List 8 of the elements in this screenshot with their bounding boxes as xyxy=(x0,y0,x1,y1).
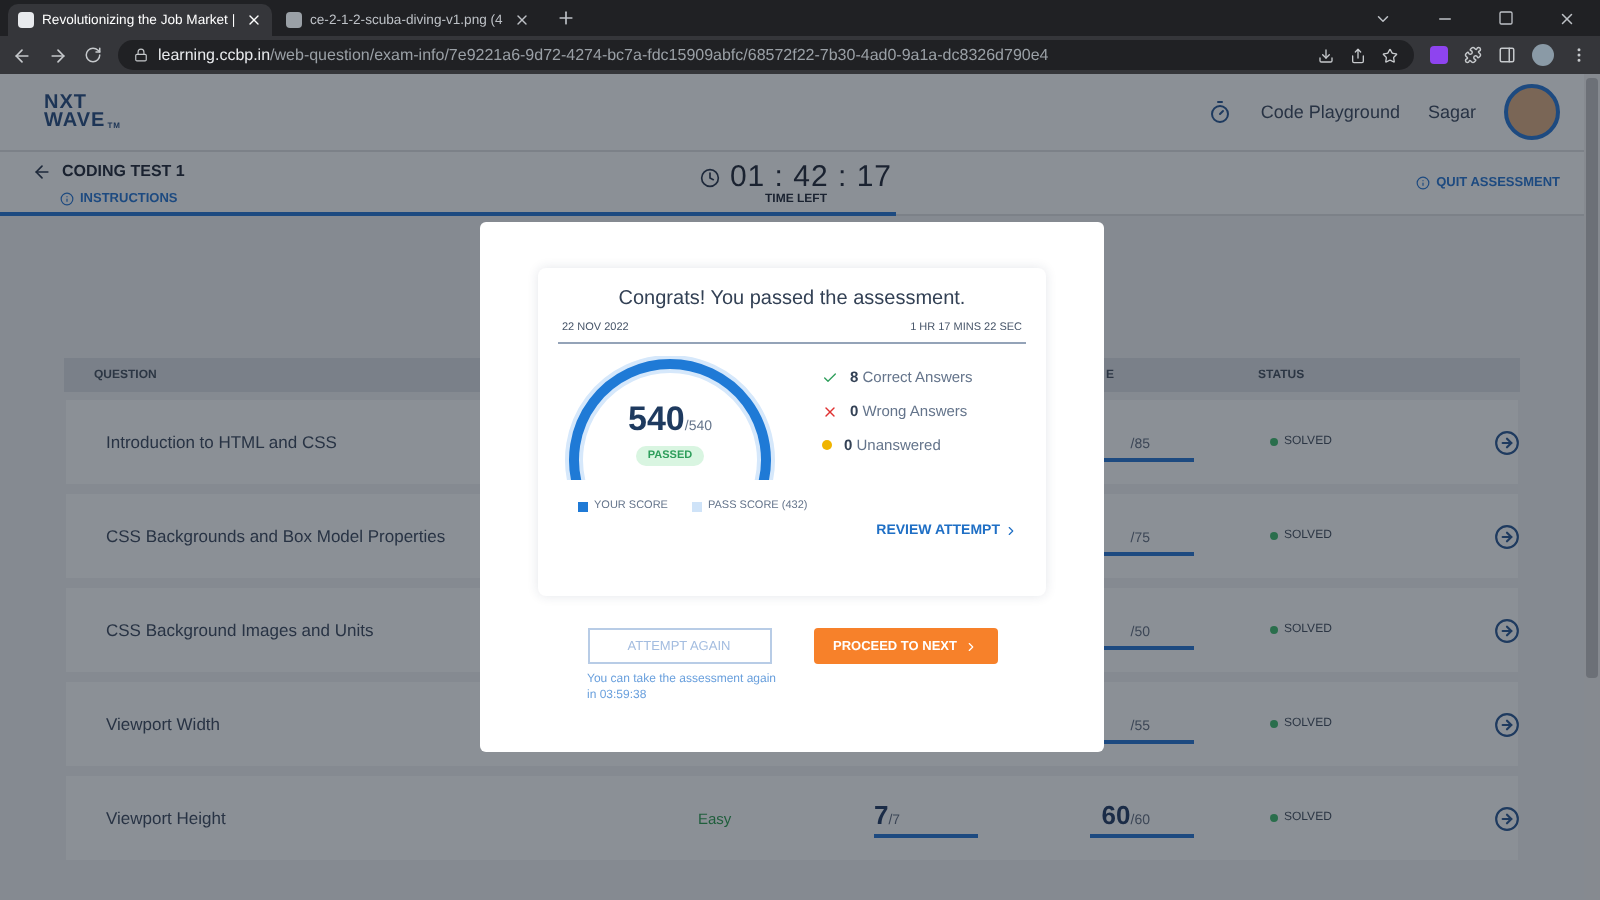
test-title: CODING TEST 1 xyxy=(62,162,185,180)
question-title: Viewport Height xyxy=(106,808,228,828)
question-title: CSS Backgrounds and Box Model Properties xyxy=(106,526,448,546)
question-title: Introduction to HTML and CSS xyxy=(106,432,339,452)
question-title: Viewport Width xyxy=(106,714,223,734)
timer: 01 : 42 : 17 xyxy=(729,160,893,194)
dialog-title: Congrats! You passed the assessment. xyxy=(616,288,968,310)
question-title: CSS Background Images and Units xyxy=(106,620,376,640)
